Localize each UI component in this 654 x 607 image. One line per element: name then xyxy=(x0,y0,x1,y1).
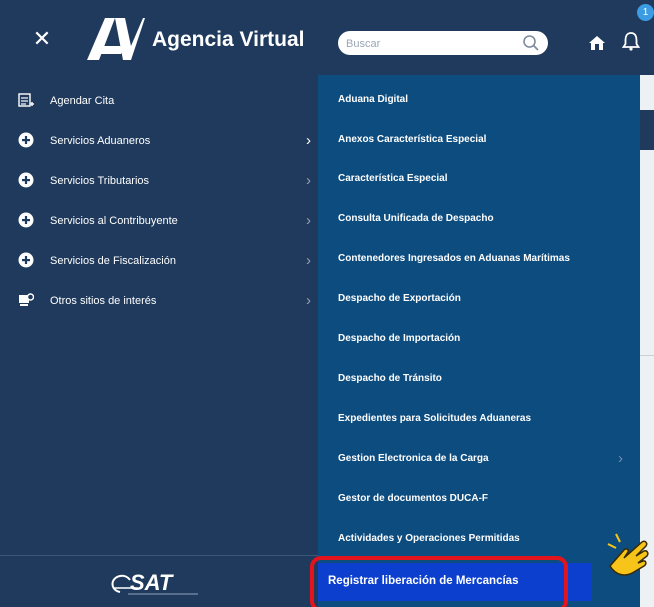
menu-item-label: Servicios de Fiscalización xyxy=(50,255,176,267)
plus-circle-icon xyxy=(18,212,34,228)
plus-circle-icon xyxy=(18,252,34,268)
submenu-item-label: Expedientes para Solicitudes Aduaneras xyxy=(338,413,532,424)
submenu-item[interactable]: Consulta Unificada de Despacho xyxy=(318,213,640,251)
home-icon[interactable] xyxy=(588,34,606,52)
pointing-hand-icon xyxy=(607,533,649,576)
submenu-item[interactable]: Despacho de Exportación xyxy=(318,293,640,331)
sat-logo: SAT xyxy=(111,570,198,595)
submenu-item-label: Despacho de Importación xyxy=(338,333,461,344)
submenu-item-label: Característica Especial xyxy=(338,173,448,184)
menu-item-label: Agendar Cita xyxy=(50,95,115,107)
submenu-item-label: Contenedores Ingresados en Aduanas Marít… xyxy=(338,253,570,264)
submenu-item-label: Anexos Característica Especial xyxy=(338,134,487,145)
submenu-item[interactable]: Aduana Digital xyxy=(318,94,640,132)
submenu-item[interactable]: Característica Especial xyxy=(318,173,640,211)
menu-item-otros-sitios[interactable]: Otros sitios de interés › xyxy=(0,292,318,335)
menu-item-label: Servicios al Contribuyente xyxy=(50,215,178,227)
chevron-right-icon: › xyxy=(306,212,311,229)
menu-item-label: Servicios Tributarios xyxy=(50,175,150,187)
chevron-right-icon: › xyxy=(306,252,311,269)
sat-logo-text: SAT xyxy=(130,570,174,595)
menu-item-label: Otros sitios de interés xyxy=(50,295,157,307)
notification-badge: 1 xyxy=(637,4,654,21)
close-icon[interactable]: ✕ xyxy=(32,28,52,50)
plus-circle-icon xyxy=(18,172,34,188)
calendar-list-icon xyxy=(18,93,34,107)
sidebar-footer: SAT xyxy=(0,555,318,607)
submenu-item-label: Gestion Electronica de la Carga xyxy=(338,453,489,464)
menu-item-servicios-tributarios[interactable]: Servicios Tributarios › xyxy=(0,172,318,215)
bell-icon[interactable] xyxy=(620,30,642,52)
menu-item-label: Servicios Aduaneros xyxy=(50,135,151,147)
menu-item-agendar-cita[interactable]: Agendar Cita xyxy=(0,93,318,135)
menu-item-servicios-aduaneros[interactable]: Servicios Aduaneros › xyxy=(0,132,318,175)
chevron-right-icon: › xyxy=(306,292,311,309)
search-icon[interactable] xyxy=(522,34,540,52)
submenu-item[interactable]: Anexos Característica Especial xyxy=(318,134,640,172)
plus-circle-icon xyxy=(18,132,34,148)
submenu-item-label: Consulta Unificada de Despacho xyxy=(338,213,494,224)
submenu-item[interactable]: Contenedores Ingresados en Aduanas Marít… xyxy=(318,253,640,291)
top-bar: ✕ Agencia Virtual 1 xyxy=(0,0,654,75)
submenu-item[interactable]: Despacho de Importación xyxy=(318,333,640,371)
submenu-item-label: Despacho de Tránsito xyxy=(338,373,442,384)
app-title: Agencia Virtual xyxy=(152,28,305,51)
submenu-panel: Aduana Digital Anexos Característica Esp… xyxy=(318,75,640,607)
chevron-right-icon: › xyxy=(618,450,623,467)
sites-icon xyxy=(19,293,34,306)
divider xyxy=(640,355,654,356)
submenu-item-label: Aduana Digital xyxy=(338,94,409,105)
menu-item-servicios-contribuyente[interactable]: Servicios al Contribuyente › xyxy=(0,212,318,255)
menu-item-servicios-fiscalizacion[interactable]: Servicios de Fiscalización › xyxy=(0,252,318,295)
search-input[interactable] xyxy=(344,33,508,55)
submenu-item[interactable]: Expedientes para Solicitudes Aduaneras xyxy=(318,413,640,451)
chevron-right-icon: › xyxy=(306,132,311,149)
background-bar xyxy=(640,110,654,150)
main-menu: Agendar Cita Servicios Aduaneros › Servi… xyxy=(0,75,318,607)
chevron-right-icon: › xyxy=(306,172,311,189)
submenu-item-label: Gestor de documentos DUCA-F xyxy=(338,493,489,504)
submenu-item[interactable]: Despacho de Tránsito xyxy=(318,373,640,411)
submenu-item[interactable]: Gestor de documentos DUCA-F xyxy=(318,493,640,531)
submenu-item-label: Actividades y Operaciones Permitidas xyxy=(338,533,520,544)
search-box[interactable] xyxy=(338,31,548,55)
submenu-item-label: Despacho de Exportación xyxy=(338,293,461,304)
highlight-callout xyxy=(310,556,568,607)
logo-icon xyxy=(87,18,145,60)
submenu-item[interactable]: Gestion Electronica de la Carga › xyxy=(318,450,640,491)
